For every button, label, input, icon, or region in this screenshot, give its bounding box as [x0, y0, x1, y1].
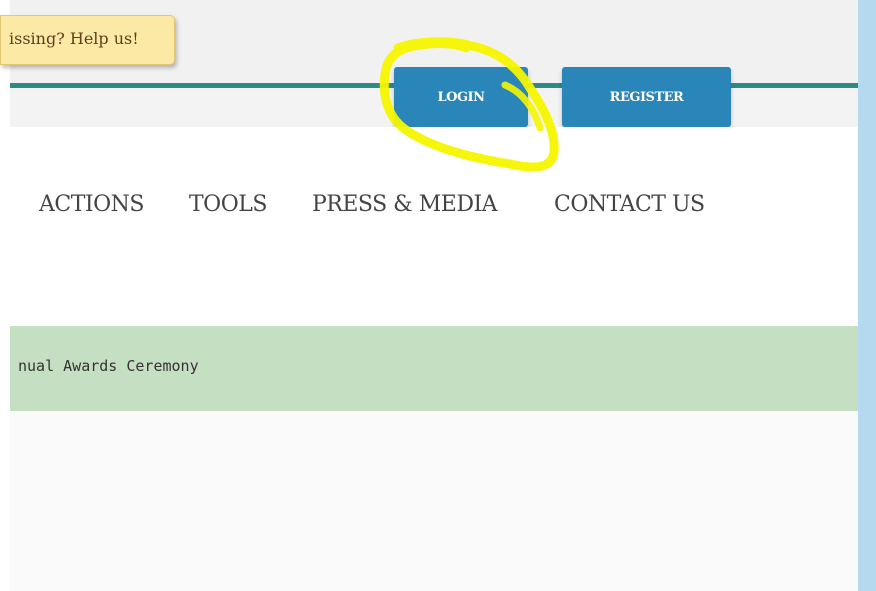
left-page-edge — [0, 0, 10, 591]
right-edge-bar — [858, 0, 876, 591]
main-navigation — [10, 127, 858, 326]
content-area — [10, 411, 858, 591]
nav-item-actions[interactable]: ACTIONS — [39, 192, 144, 217]
register-button[interactable]: REGISTER — [562, 67, 731, 127]
news-banner[interactable]: nual Awards Ceremony — [10, 326, 858, 411]
banner-text: nual Awards Ceremony — [18, 357, 199, 375]
login-button[interactable]: LOGIN — [394, 67, 528, 127]
help-us-note[interactable]: issing? Help us! — [0, 15, 175, 65]
nav-item-tools[interactable]: TOOLS — [189, 192, 267, 217]
nav-item-press-media[interactable]: PRESS & MEDIA — [312, 192, 498, 217]
nav-item-contact-us[interactable]: CONTACT US — [554, 192, 705, 217]
